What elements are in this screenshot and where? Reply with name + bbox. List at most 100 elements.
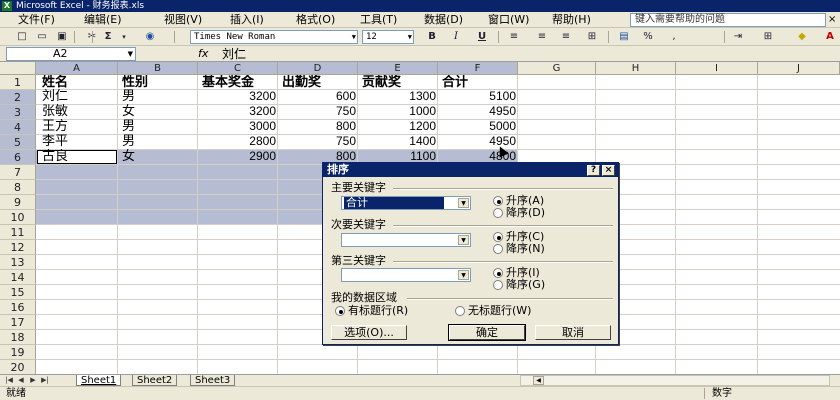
row-header-7[interactable]: 7	[0, 165, 36, 180]
save-icon[interactable]: ▣	[54, 30, 70, 44]
align-left-icon[interactable]: ≡	[506, 30, 522, 44]
prev-sheet-icon[interactable]: ◀	[16, 375, 26, 386]
close-icon[interactable]: ×	[828, 13, 836, 27]
row-header-11[interactable]: 11	[0, 225, 36, 240]
currency-icon[interactable]: ▤	[616, 30, 632, 44]
row-header-19[interactable]: 19	[0, 345, 36, 360]
column-header-j[interactable]: J	[758, 62, 840, 75]
name-box[interactable]: A2 ▼	[6, 47, 136, 61]
row-header-3[interactable]: 3	[0, 105, 36, 120]
cell-a1[interactable]: 姓名	[42, 75, 116, 90]
cell-c4[interactable]: 3000	[198, 119, 276, 134]
autosum-icon[interactable]: Σ	[100, 30, 116, 44]
row-header-4[interactable]: 4	[0, 120, 36, 135]
sheet-tab-sheet1[interactable]: Sheet1	[76, 375, 122, 386]
row-header-12[interactable]: 12	[0, 240, 36, 255]
row-header-5[interactable]: 5	[0, 135, 36, 150]
cell-a4[interactable]: 王方	[42, 119, 116, 134]
row-header-9[interactable]: 9	[0, 195, 36, 210]
column-header-a[interactable]: A	[36, 62, 118, 75]
cell-c3[interactable]: 3200	[198, 104, 276, 119]
row-header-1[interactable]: 1	[0, 75, 36, 90]
menu-file[interactable]: 文件(F)	[18, 13, 55, 27]
dialog-close-button[interactable]: ×	[602, 165, 615, 176]
menu-tools[interactable]: 工具(T)	[360, 13, 397, 27]
column-header-c[interactable]: C	[198, 62, 278, 75]
menu-insert[interactable]: 插入(I)	[230, 13, 264, 27]
column-header-f[interactable]: F	[438, 62, 518, 75]
cell-b1[interactable]: 性别	[122, 75, 196, 90]
percent-button[interactable]: %	[640, 30, 656, 44]
row-header-20[interactable]: 20	[0, 360, 36, 374]
options-button[interactable]: 选项(O)...	[331, 325, 407, 340]
cell-b2[interactable]: 男	[122, 89, 196, 104]
menu-view[interactable]: 视图(V)	[164, 13, 202, 27]
cell-d4[interactable]: 800	[278, 119, 356, 134]
menu-window[interactable]: 窗口(W)	[488, 13, 529, 27]
secondary-key-select[interactable]: ▼	[341, 233, 471, 247]
cell-a3[interactable]: 张敏	[42, 104, 116, 119]
cancel-button[interactable]: 取消	[535, 325, 611, 340]
cell-c6[interactable]: 2900	[198, 149, 276, 164]
cell-d3[interactable]: 750	[278, 104, 356, 119]
has-header-row-radio[interactable]: 有标题行(R)	[335, 305, 408, 317]
underline-button[interactable]: U	[474, 30, 490, 44]
cell-a6[interactable]: 古良	[42, 149, 116, 164]
select-all-corner[interactable]	[0, 62, 36, 75]
column-header-b[interactable]: B	[118, 62, 198, 75]
column-header-g[interactable]: G	[518, 62, 596, 75]
column-header-h[interactable]: H	[596, 62, 676, 75]
cell-f3[interactable]: 4950	[438, 104, 516, 119]
help-icon[interactable]: ◉	[142, 30, 158, 44]
cell-f2[interactable]: 5100	[438, 89, 516, 104]
row-header-10[interactable]: 10	[0, 210, 36, 225]
insert-function-icon[interactable]: fx	[198, 47, 208, 61]
font-color-icon[interactable]: A	[822, 30, 838, 44]
menu-help[interactable]: 帮助(H)	[552, 13, 591, 27]
indent-icon[interactable]: ⇥	[730, 30, 746, 44]
cell-e5[interactable]: 1400	[358, 134, 436, 149]
no-header-row-radio[interactable]: 无标题行(W)	[455, 305, 531, 317]
cell-b4[interactable]: 男	[122, 119, 196, 134]
cell-e4[interactable]: 1200	[358, 119, 436, 134]
cell-f1[interactable]: 合计	[442, 75, 516, 90]
sheet-tab-sheet3[interactable]: Sheet3	[190, 375, 236, 386]
row-header-14[interactable]: 14	[0, 270, 36, 285]
column-header-i[interactable]: I	[676, 62, 758, 75]
cell-c2[interactable]: 3200	[198, 89, 276, 104]
horizontal-scrollbar[interactable]: ◀	[520, 375, 830, 386]
font-size-select[interactable]: 12 ▼	[362, 30, 414, 44]
row-header-18[interactable]: 18	[0, 330, 36, 345]
cell-c1[interactable]: 基本奖金	[202, 75, 278, 90]
cell-b6[interactable]: 女	[122, 149, 196, 164]
cell-e1[interactable]: 贡献奖	[362, 75, 436, 90]
sort-dialog-title-bar[interactable]: 排序	[323, 163, 618, 177]
cell-d2[interactable]: 600	[278, 89, 356, 104]
primary-key-select[interactable]: 合计 ▼	[341, 196, 471, 210]
autosum-dropdown-icon[interactable]: ▾	[116, 30, 132, 44]
sheet-tab-sheet2[interactable]: Sheet2	[132, 375, 178, 386]
row-header-17[interactable]: 17	[0, 315, 36, 330]
fill-color-icon[interactable]: ◆	[794, 30, 810, 44]
cell-e3[interactable]: 1000	[358, 104, 436, 119]
dialog-help-button[interactable]: ?	[587, 165, 600, 176]
align-right-icon[interactable]: ≡	[558, 30, 574, 44]
first-sheet-icon[interactable]: |◀	[4, 375, 14, 386]
merge-center-icon[interactable]: ⊞	[584, 30, 600, 44]
scroll-left-icon[interactable]: ◀	[533, 376, 544, 385]
next-sheet-icon[interactable]: ▶	[28, 375, 38, 386]
tertiary-key-select[interactable]: ▼	[341, 268, 471, 282]
row-header-15[interactable]: 15	[0, 285, 36, 300]
cell-a2[interactable]: 刘仁	[42, 89, 116, 104]
cell-d1[interactable]: 出勤奖	[282, 75, 358, 90]
bold-button[interactable]: B	[424, 30, 440, 44]
secondary-descending-radio[interactable]: 降序(N)	[493, 243, 545, 255]
menu-format[interactable]: 格式(O)	[296, 13, 335, 27]
ok-button[interactable]: 确定	[448, 324, 526, 341]
open-icon[interactable]: ▭	[34, 30, 50, 44]
cell-b3[interactable]: 女	[122, 104, 196, 119]
font-name-select[interactable]: Times New Roman ▼	[190, 30, 358, 44]
tertiary-descending-radio[interactable]: 降序(G)	[493, 279, 545, 291]
cell-d5[interactable]: 750	[278, 134, 356, 149]
menu-edit[interactable]: 编辑(E)	[84, 13, 122, 27]
